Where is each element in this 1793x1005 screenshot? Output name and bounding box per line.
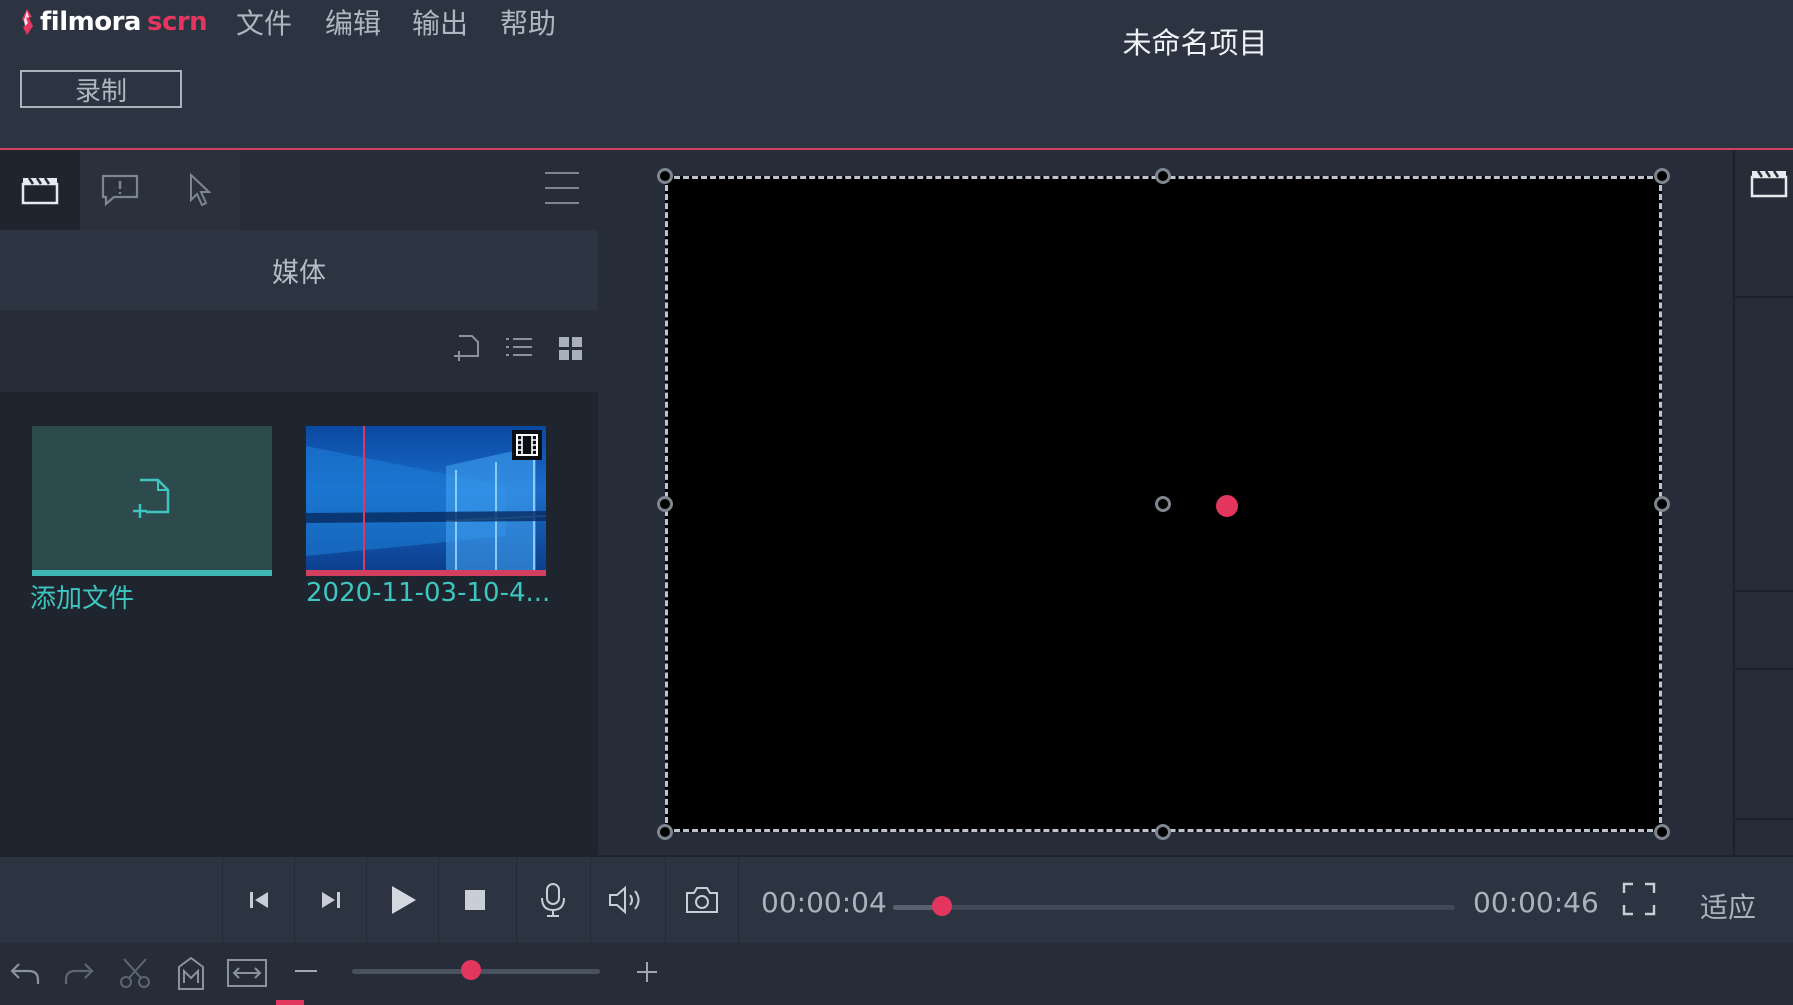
right-panel-divider [1733,590,1793,592]
scrub-track[interactable] [893,905,1455,910]
menu-help[interactable]: 帮助 [500,2,556,42]
media-section-title: 媒体 [0,230,598,310]
stop-button[interactable] [438,857,511,943]
list-view-icon[interactable] [504,333,534,363]
import-icon[interactable] [453,333,483,363]
project-title: 未命名项目 [1122,26,1268,60]
filmora-flame-icon [22,9,33,35]
play-icon [392,886,416,914]
step-forward-icon [322,892,340,908]
redo-button[interactable] [56,950,102,996]
brand-accent: scrn [146,7,208,37]
grid-view-icon[interactable] [556,333,586,363]
fit-dropdown[interactable]: 适应 [1700,886,1756,926]
volume-button[interactable] [590,857,663,943]
resize-handle-bottom[interactable] [1155,824,1171,840]
add-file-label: 添加文件 [30,584,135,614]
resize-handle-left[interactable] [657,496,673,512]
microphone-button[interactable] [516,857,589,943]
step-back-icon [250,892,268,908]
tab-cursor[interactable] [160,150,240,230]
resize-handle-bottom-left[interactable] [657,824,673,840]
snapshot-button[interactable] [665,857,739,943]
cut-icon [120,958,150,988]
zoom-out-icon[interactable] [295,970,317,972]
fullscreen-button[interactable] [1622,882,1656,920]
timeline-playhead[interactable] [276,1000,304,1005]
tab-media[interactable] [0,150,80,230]
fit-width-icon [227,959,267,987]
add-file-icon [133,478,170,518]
cursor-icon [190,172,212,207]
menu-file[interactable]: 文件 [236,2,292,42]
redo-icon [64,963,94,984]
app-logo: filmora scrn [20,6,208,38]
fullscreen-icon [1622,882,1656,916]
clip-thumbnail [306,426,546,570]
zoom-in-icon[interactable] [635,960,659,984]
scrub-handle[interactable] [931,896,952,916]
clapperboard-icon[interactable] [1750,168,1788,202]
annotation-icon [101,174,139,207]
step-back-button[interactable] [222,857,295,943]
add-file-tile[interactable] [32,426,272,576]
total-time: 00:00:46 [1473,886,1599,919]
current-time: 00:00:04 [761,886,887,919]
marker-icon [178,956,204,990]
menu-export[interactable]: 输出 [412,2,468,42]
right-panel [1733,150,1793,855]
play-button[interactable] [366,857,439,943]
film-icon [512,430,542,460]
fit-timeline-button[interactable] [224,950,270,996]
zoom-slider-handle[interactable] [461,960,482,980]
anchor-point[interactable] [1155,496,1171,512]
clip-label: 2020-11-03-10-4... [306,578,551,608]
resize-handle-top-right[interactable] [1654,168,1670,184]
right-panel-divider [1733,818,1793,820]
right-panel-divider [1733,668,1793,670]
panel-menu-icon[interactable] [545,172,579,204]
marker-button[interactable] [168,950,214,996]
microphone-icon [541,883,565,917]
camera-icon [686,887,718,913]
right-panel-divider [1733,296,1793,298]
resize-handle-right[interactable] [1654,496,1670,512]
resize-handle-top[interactable] [1155,168,1171,184]
tab-annotations[interactable] [80,150,160,230]
record-button[interactable]: 录制 [20,70,182,108]
brand-main: filmora [40,7,141,37]
undo-button[interactable] [2,950,48,996]
undo-icon [10,963,40,984]
rotation-handle[interactable] [1216,495,1238,517]
clapperboard-icon [21,177,59,205]
volume-icon [609,885,640,915]
media-clip-tile[interactable] [306,426,546,576]
resize-handle-bottom-right[interactable] [1654,824,1670,840]
menu-edit[interactable]: 编辑 [325,2,381,42]
step-forward-button[interactable] [294,857,367,943]
cut-button[interactable] [112,950,158,996]
resize-handle-top-left[interactable] [657,168,673,184]
stop-icon [465,890,485,910]
